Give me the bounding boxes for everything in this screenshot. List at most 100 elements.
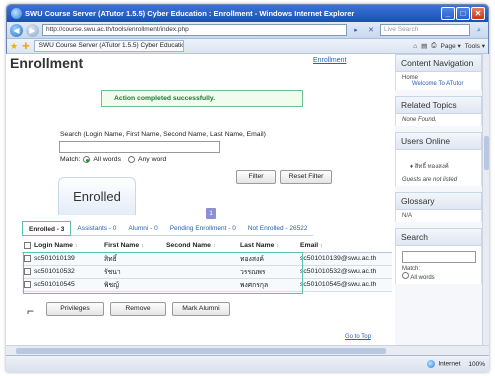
enrollment-link[interactable]: Enrollment <box>313 57 346 64</box>
cell-login: sc501010545 <box>32 278 102 292</box>
cell-email: sc501010545@swu.ac.th <box>298 278 392 292</box>
enrollment-table: Login Name ↕ First Name ↕ Second Name ↕ … <box>22 240 392 292</box>
zoom-level[interactable]: 100% <box>468 361 485 368</box>
table-row[interactable]: sc501010545 พิชญ์ พงศกรกุล sc501010545@s… <box>22 278 392 292</box>
vertical-scrollbar[interactable] <box>482 54 489 345</box>
select-corner-arrow-icon: ⌐ <box>27 304 35 318</box>
horizontal-scrollbar[interactable] <box>6 345 489 355</box>
enrolled-heading: Enrolled <box>58 177 136 215</box>
row-checkbox-cell <box>22 252 32 266</box>
sort-icon: ↕ <box>320 243 323 250</box>
row-checkbox-cell <box>22 265 32 279</box>
cell-last: ทองสงค์ <box>238 252 298 266</box>
col-second[interactable]: Second Name ↕ <box>164 240 238 253</box>
tab-assistants[interactable]: Assistants - 0 <box>71 221 123 236</box>
row-checkbox[interactable] <box>24 280 31 288</box>
related-topics-header[interactable]: Related Topics <box>395 96 482 114</box>
cell-first: สิทธิ์ <box>102 252 164 266</box>
remove-button[interactable]: Remove <box>110 302 166 316</box>
table-row[interactable]: sc501010139 สิทธิ์ ทองสงค์ sc501010139@s… <box>22 252 392 266</box>
sidebar-all-words-radio[interactable] <box>402 272 409 279</box>
enrollment-tabs: Enrolled - 3 Assistants - 0 Alumni - 0 P… <box>22 221 314 236</box>
sidebar: Content Navigation Home Welcome To ATuto… <box>395 54 482 345</box>
tab-pending[interactable]: Pending Enrollment - 0 <box>163 221 242 236</box>
cell-last: พงศกรกุล <box>238 278 298 292</box>
col-last[interactable]: Last Name ↕ <box>238 240 298 253</box>
col-second-label: Second Name <box>166 242 211 250</box>
select-all-cell <box>22 240 32 253</box>
cell-last: วรรณพร <box>238 265 298 279</box>
cell-second <box>164 278 238 292</box>
search-label: Search (Login Name, First Name, Second N… <box>60 131 266 138</box>
content-navigation-body: Home Welcome To ATutor <box>395 72 482 90</box>
tab-enrolled[interactable]: Enrolled - 3 <box>22 221 72 236</box>
all-words-label: All words <box>93 156 121 163</box>
sort-icon: ↕ <box>212 243 216 250</box>
mark-alumni-button[interactable]: Mark Alumni <box>172 302 230 316</box>
nav-welcome-link[interactable]: Welcome To ATutor <box>402 81 475 87</box>
sidebar-search-input[interactable] <box>402 251 476 263</box>
match-options: Match: All words Any word <box>60 156 166 163</box>
sidebar-search-body: Match: All words <box>395 246 482 284</box>
privileges-button[interactable]: Privileges <box>46 302 104 316</box>
cell-second <box>164 252 238 266</box>
sort-icon: ↕ <box>74 243 78 250</box>
viewport: Enrollment Enrollment Action completed s… <box>6 4 489 372</box>
guests-note: Guests are not listed <box>402 177 458 183</box>
table-row[interactable]: sc501010532 รัชนา วรรณพร sc501010532@swu… <box>22 265 392 279</box>
match-label: Match: <box>60 156 81 163</box>
online-user-name: สิทธิ์ ทองสงค์ <box>414 164 449 170</box>
cell-second <box>164 265 238 279</box>
glossary-body: N/A <box>395 210 482 222</box>
status-bar: Internet 100% <box>6 355 489 372</box>
sort-icon: ↕ <box>141 243 144 250</box>
cell-first: รัชนา <box>102 265 164 279</box>
glossary-header[interactable]: Glossary <box>395 192 482 210</box>
page-content: Enrollment Enrollment Action completed s… <box>6 54 482 345</box>
search-input[interactable] <box>59 141 220 153</box>
tab-alumni[interactable]: Alumni - 0 <box>122 221 164 236</box>
all-words-radio[interactable] <box>83 156 91 163</box>
row-checkbox[interactable] <box>24 267 31 275</box>
cell-first: พิชญ์ <box>102 278 164 292</box>
content-navigation-header[interactable]: Content Navigation <box>395 54 482 72</box>
tab-not-enrolled[interactable]: Not Enrolled - 26522 <box>241 221 314 236</box>
online-user[interactable]: ♦ สิทธิ์ ทองสงค์ <box>402 153 475 177</box>
cell-login: sc501010532 <box>32 265 102 279</box>
row-checkbox-cell <box>22 278 32 292</box>
page-number[interactable]: 1 <box>206 208 216 219</box>
search-header[interactable]: Search <box>395 228 482 246</box>
go-to-top-link[interactable]: Go to Top <box>345 334 371 340</box>
users-online-header[interactable]: Users Online <box>395 132 482 150</box>
users-online-body: ♦ สิทธิ์ ทองสงค์ Guests are not listed <box>395 150 482 186</box>
related-topics-body: None Found. <box>395 114 482 126</box>
filter-button[interactable]: Filter <box>236 170 276 184</box>
horizontal-scroll-thumb[interactable] <box>16 348 386 354</box>
table-header-row: Login Name ↕ First Name ↕ Second Name ↕ … <box>22 240 392 253</box>
sort-icon: ↕ <box>276 243 280 250</box>
any-word-radio[interactable] <box>127 156 135 163</box>
col-login-label: Login Name <box>34 242 73 250</box>
col-email[interactable]: Email ↕ <box>298 240 392 253</box>
user-icon: ♦ <box>410 164 414 170</box>
zone-label: Internet <box>438 360 461 368</box>
col-first-label: First Name <box>104 242 140 250</box>
col-login[interactable]: Login Name ↕ <box>32 240 102 253</box>
any-word-label: Any word <box>137 156 167 163</box>
col-email-label: Email <box>300 242 319 250</box>
vertical-scroll-thumb[interactable] <box>484 136 489 170</box>
globe-icon <box>427 360 436 368</box>
col-first[interactable]: First Name ↕ <box>102 240 164 253</box>
col-last-label: Last Name <box>240 242 275 250</box>
internet-zone: Internet <box>427 360 460 368</box>
sidebar-all-words-label: All words <box>410 275 435 281</box>
page-title: Enrollment <box>10 55 84 71</box>
row-checkbox[interactable] <box>24 254 31 262</box>
cell-email: sc501010139@swu.ac.th <box>298 252 392 266</box>
cell-login: sc501010139 <box>32 252 102 266</box>
reset-filter-button[interactable]: Reset Filter <box>280 170 332 184</box>
cell-email: sc501010532@swu.ac.th <box>298 265 392 279</box>
sidebar-all-words-option[interactable]: All words <box>402 272 475 281</box>
success-feedback: Action completed successfully. <box>101 90 303 107</box>
select-all-checkbox[interactable] <box>24 242 31 250</box>
